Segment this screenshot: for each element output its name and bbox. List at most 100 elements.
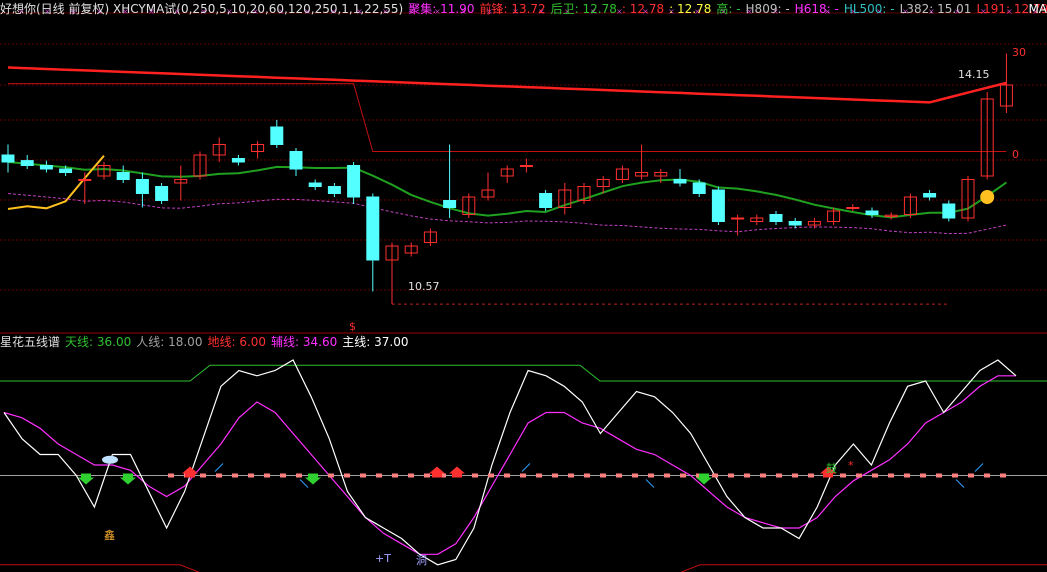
candle[interactable] <box>769 211 783 225</box>
candle[interactable] <box>711 186 725 226</box>
candle[interactable] <box>404 242 418 257</box>
sub-indicator-item-label: 人线: <box>136 335 165 349</box>
candle[interactable] <box>385 242 399 305</box>
dash-mark <box>952 473 958 478</box>
candle[interactable] <box>519 158 533 173</box>
sub-indicator-item-value: 37.00 <box>370 335 409 349</box>
moving-average-lines <box>7 66 1007 305</box>
candle[interactable] <box>423 228 437 247</box>
candle[interactable] <box>289 148 303 176</box>
dash-mark <box>744 473 750 478</box>
candle[interactable] <box>155 183 169 204</box>
candle-body <box>443 200 457 208</box>
dash-mark <box>488 473 494 478</box>
dash-mark <box>200 473 206 478</box>
sub-indicator-item-label: 地线: <box>207 335 236 349</box>
candle[interactable] <box>961 176 975 222</box>
ma-tag[interactable]: MA <box>1028 1 1047 18</box>
candle[interactable] <box>78 172 92 205</box>
main-indicator-item-label: 高: <box>716 2 733 16</box>
candle-body <box>1 154 15 163</box>
candle[interactable] <box>577 183 591 204</box>
candle[interactable] <box>903 193 917 219</box>
candle[interactable] <box>212 137 226 163</box>
candle[interactable] <box>500 165 514 184</box>
dash-mark <box>344 473 350 478</box>
main-indicator-item-label: H809: <box>745 2 782 16</box>
candle-body <box>308 182 322 187</box>
dash-mark <box>296 473 302 478</box>
candle[interactable] <box>846 204 860 211</box>
dash-mark <box>600 473 606 478</box>
candle[interactable] <box>270 120 284 148</box>
candle[interactable] <box>750 214 764 226</box>
fall-tick-icon <box>955 479 965 488</box>
candle[interactable] <box>347 162 361 204</box>
candle[interactable] <box>366 193 380 292</box>
candle-body <box>788 221 802 226</box>
candle[interactable] <box>327 183 341 197</box>
signal-badge-icon <box>980 190 995 204</box>
dash-mark <box>712 473 718 478</box>
sub-glyph-gu: 鼓 <box>826 462 837 475</box>
candle[interactable] <box>174 165 188 201</box>
dash-mark <box>776 473 782 478</box>
main-indicator-item-label: L382: <box>899 2 934 16</box>
candles-layer[interactable] <box>1 53 1013 305</box>
candle[interactable] <box>923 190 937 201</box>
candle[interactable] <box>558 183 572 215</box>
fall-tick-icon <box>645 479 655 488</box>
candle[interactable] <box>481 172 495 201</box>
divider-marker: $ <box>349 320 356 333</box>
sub-indicator-item-value: 36.00 <box>93 335 132 349</box>
dash-mark <box>232 473 238 478</box>
dash-mark <box>984 473 990 478</box>
candle[interactable] <box>39 160 53 173</box>
candle[interactable] <box>231 155 245 166</box>
candle[interactable] <box>135 172 149 208</box>
sub-indicator-item-value: 6.00 <box>235 335 267 349</box>
chart-window[interactable]: × × × × × × × × × × × × × × × × × × × × × × × × × × × × × × × × × × × × × × × ×… <box>0 0 1047 572</box>
candle[interactable] <box>97 162 111 180</box>
candle[interactable] <box>1 144 15 173</box>
candle-body <box>78 179 92 181</box>
candle[interactable] <box>615 165 629 184</box>
dash-mark <box>264 473 270 478</box>
candle[interactable] <box>539 190 553 211</box>
main-indicator-item-label: HL500: <box>843 2 887 16</box>
dash-mark <box>280 473 286 478</box>
main-indicator-item-label: 前锋: <box>479 2 508 16</box>
candle-body <box>135 179 149 194</box>
main-indicator-item-value: - <box>781 2 790 16</box>
candle[interactable] <box>308 179 322 191</box>
candle[interactable] <box>462 193 476 219</box>
candle[interactable] <box>251 141 265 159</box>
dash-mark <box>920 473 926 478</box>
right-mid-marker: 0 <box>1012 148 1019 161</box>
candle-body <box>347 165 361 198</box>
candle-body <box>846 207 860 209</box>
main-indicator-item-value: 13.72 <box>507 2 546 16</box>
dash-mark <box>216 473 222 478</box>
sub-glyph-t: +T <box>375 552 391 565</box>
candle-body <box>327 186 341 194</box>
candle-body <box>923 193 937 198</box>
candle-body <box>519 165 533 167</box>
rise-tick-icon <box>214 463 224 472</box>
candle[interactable] <box>942 200 956 222</box>
candle[interactable] <box>731 214 745 236</box>
candle[interactable] <box>443 144 457 219</box>
candle[interactable] <box>673 169 687 187</box>
main-indicator-item-label: 后卫: <box>550 2 579 16</box>
main-indicator-header: 好想你(日线 前复权) XHCYMA试(0,250,5,10,20,60,120… <box>0 1 1047 18</box>
candle[interactable] <box>116 165 130 184</box>
sub-indicator-item-label: 天线: <box>65 335 94 349</box>
main-indicator-item-value: - <box>830 2 839 16</box>
candle[interactable] <box>20 155 34 169</box>
sub-glyph-xin: 鑫 <box>104 529 115 542</box>
kline-chart[interactable]: × × × × × × × × × × × × × × × × × × × × × × × × × × × × × × × × × × × × × × × × <box>0 0 1047 572</box>
candle[interactable] <box>635 144 649 180</box>
candle[interactable] <box>980 92 994 180</box>
sub-indicator-lines <box>3 359 1017 566</box>
main-indicator-item-label: 聚集: <box>408 2 437 16</box>
